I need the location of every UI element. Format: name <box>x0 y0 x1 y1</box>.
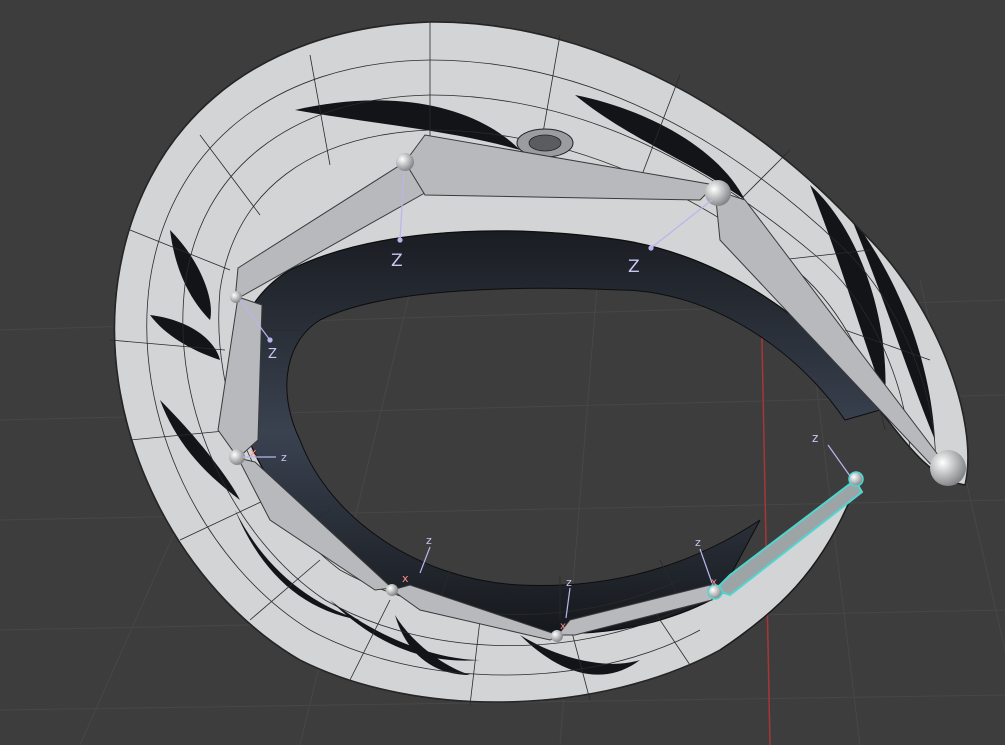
axis-label-x: x <box>250 446 257 459</box>
axis-label-x: x <box>402 572 409 585</box>
axis-label-z: z <box>281 451 287 464</box>
axis-label-z: Z <box>268 347 277 362</box>
axis-label-z: z <box>566 576 572 589</box>
axis-label-z: Z <box>628 257 640 277</box>
viewport-canvas: Z Z Z x z z x z x z x z <box>0 21 1005 745</box>
axis-label-z: z <box>426 534 432 547</box>
axis-label-z: Z <box>391 251 403 271</box>
axis-label-z: z <box>812 431 818 445</box>
joint-5[interactable] <box>229 449 245 465</box>
joint-1[interactable] <box>396 153 414 171</box>
joint-9[interactable] <box>848 471 864 487</box>
3d-viewport[interactable]: Z Z Z x z z x z x z x z <box>0 0 1005 745</box>
joint-3[interactable] <box>930 450 966 486</box>
axis-label-z: z <box>695 536 701 549</box>
axis-label-x: x <box>711 577 717 588</box>
axis-label-x: x <box>560 621 566 632</box>
joint-6[interactable] <box>386 584 398 596</box>
